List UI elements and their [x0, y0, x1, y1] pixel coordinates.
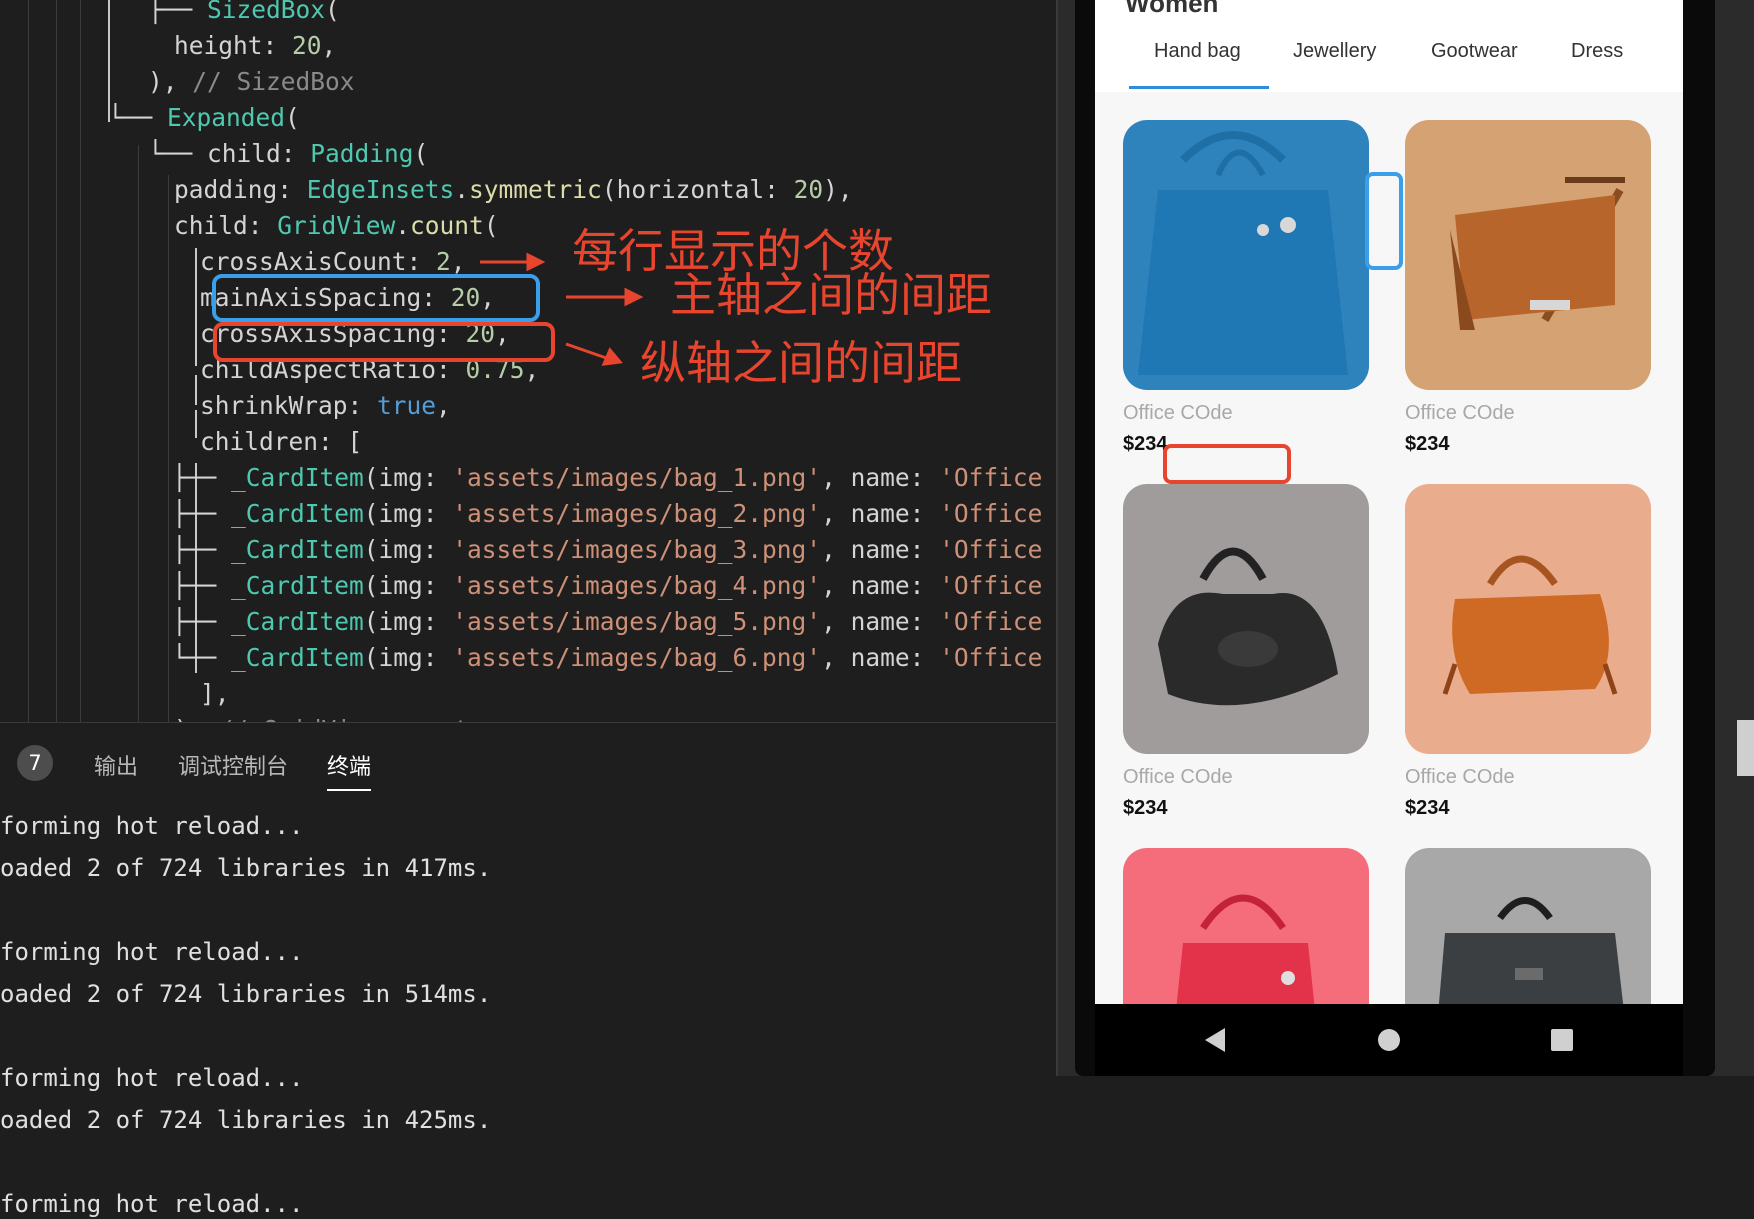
bottom-panel: 7 输出 调试控制台 终端 forming hot reload... oaded… — [0, 722, 1056, 1218]
product-name: Office COde — [1405, 402, 1515, 424]
annotation-main-axis: 主轴之间的间距 — [670, 268, 992, 322]
blue-tote-icon — [1123, 120, 1369, 390]
product-image[interactable] — [1123, 848, 1369, 1004]
android-nav-bar — [1095, 1004, 1683, 1076]
main-axis-spacing-marker — [1365, 172, 1403, 270]
product-price: $234 — [1405, 433, 1450, 455]
terminal-line: oaded 2 of 724 libraries in 425ms. — [0, 1106, 492, 1134]
product-name: Office COde — [1123, 766, 1233, 788]
product-image[interactable] — [1123, 484, 1369, 754]
annotation-cross-axis: 纵轴之间的间距 — [640, 336, 962, 390]
active-tab-indicator — [327, 789, 371, 791]
problems-count-badge[interactable]: 7 — [17, 745, 53, 781]
recents-icon[interactable] — [1542, 1004, 1582, 1076]
phone-screen: Women Hand bag Jewellery Gootwear Dress … — [1095, 0, 1683, 1004]
arrow-cross-axis — [565, 342, 613, 362]
scrollbar-thumb[interactable] — [1737, 720, 1754, 776]
terminal-line: forming hot reload... — [0, 1190, 304, 1218]
product-image[interactable] — [1405, 120, 1651, 390]
product-image[interactable] — [1405, 848, 1651, 1004]
terminal-line: forming hot reload... — [0, 1064, 304, 1092]
red-handbag-icon — [1123, 848, 1369, 1004]
tab-gootwear[interactable]: Gootwear — [1431, 40, 1518, 63]
terminal-line: oaded 2 of 724 libraries in 514ms. — [0, 980, 492, 1008]
product-image[interactable] — [1405, 484, 1651, 754]
product-image[interactable] — [1123, 120, 1369, 390]
tab-output[interactable]: 输出 — [94, 749, 138, 781]
tab-hand-bag[interactable]: Hand bag — [1154, 40, 1241, 63]
back-icon[interactable] — [1195, 1004, 1235, 1076]
app-header: Women Hand bag Jewellery Gootwear Dress — [1095, 0, 1683, 92]
product-name: Office COde — [1405, 766, 1515, 788]
terminal-line: forming hot reload... — [0, 938, 304, 966]
product-price: $234 — [1405, 797, 1450, 819]
code-editor[interactable]: ├── SizedBox(height: 20,), // SizedBox └─… — [0, 0, 1056, 722]
cross-axis-spacing-marker — [1163, 444, 1291, 484]
home-icon[interactable] — [1369, 1004, 1409, 1076]
black-hobo-icon — [1123, 484, 1369, 754]
tab-dress[interactable]: Dress — [1571, 40, 1623, 63]
product-price: $234 — [1123, 433, 1168, 455]
terminal-line: oaded 2 of 724 libraries in 417ms. — [0, 854, 492, 882]
orange-duffel-icon — [1405, 484, 1651, 754]
tab-debug-console[interactable]: 调试控制台 — [178, 749, 288, 781]
active-tab-indicator — [1129, 86, 1269, 89]
page-title: Women — [1125, 0, 1219, 18]
brown-messenger-icon — [1405, 120, 1651, 390]
product-name: Office COde — [1123, 402, 1233, 424]
tab-terminal[interactable]: 终端 — [327, 749, 371, 781]
grey-briefcase-icon — [1405, 848, 1651, 1004]
terminal-line: forming hot reload... — [0, 812, 304, 840]
product-price: $234 — [1123, 797, 1168, 819]
tab-jewellery[interactable]: Jewellery — [1293, 40, 1376, 63]
